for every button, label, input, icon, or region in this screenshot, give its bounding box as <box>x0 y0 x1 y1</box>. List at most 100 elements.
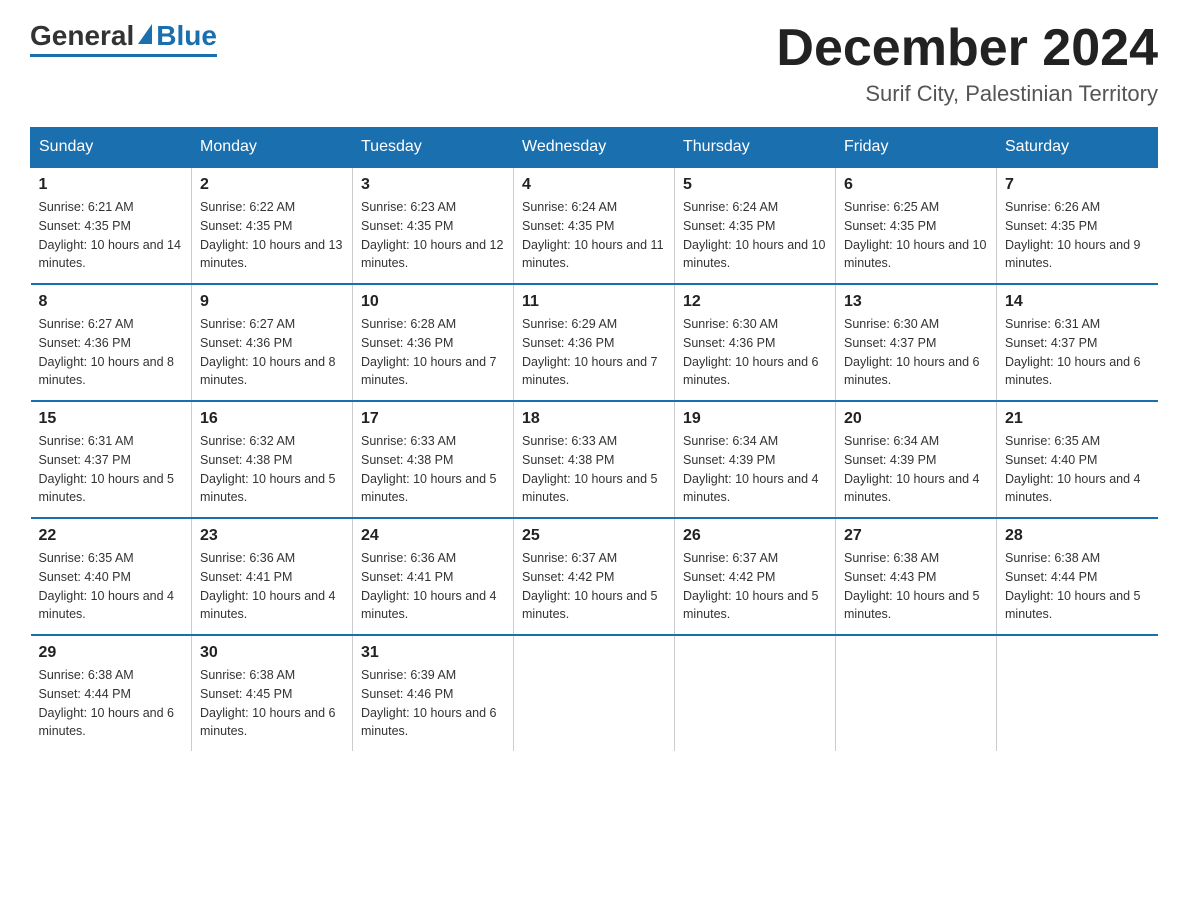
day-number: 14 <box>1005 293 1150 311</box>
page-header: General Blue December 2024 Surif City, P… <box>30 20 1158 107</box>
calendar-cell: 25 Sunrise: 6:37 AMSunset: 4:42 PMDaylig… <box>514 518 675 635</box>
calendar-cell: 29 Sunrise: 6:38 AMSunset: 4:44 PMDaylig… <box>31 635 192 751</box>
day-number: 26 <box>683 527 827 545</box>
calendar-cell: 5 Sunrise: 6:24 AMSunset: 4:35 PMDayligh… <box>675 167 836 284</box>
logo: General Blue <box>30 20 217 57</box>
calendar-cell: 31 Sunrise: 6:39 AMSunset: 4:46 PMDaylig… <box>353 635 514 751</box>
day-number: 24 <box>361 527 505 545</box>
day-info: Sunrise: 6:39 AMSunset: 4:46 PMDaylight:… <box>361 666 505 741</box>
day-info: Sunrise: 6:38 AMSunset: 4:43 PMDaylight:… <box>844 549 988 624</box>
header-day-tuesday: Tuesday <box>353 128 514 168</box>
day-number: 20 <box>844 410 988 428</box>
day-info: Sunrise: 6:27 AMSunset: 4:36 PMDaylight:… <box>39 315 184 390</box>
day-info: Sunrise: 6:24 AMSunset: 4:35 PMDaylight:… <box>522 198 666 273</box>
day-info: Sunrise: 6:35 AMSunset: 4:40 PMDaylight:… <box>39 549 184 624</box>
calendar-header-row: SundayMondayTuesdayWednesdayThursdayFrid… <box>31 128 1158 168</box>
day-info: Sunrise: 6:34 AMSunset: 4:39 PMDaylight:… <box>683 432 827 507</box>
day-info: Sunrise: 6:38 AMSunset: 4:44 PMDaylight:… <box>39 666 184 741</box>
calendar-cell: 24 Sunrise: 6:36 AMSunset: 4:41 PMDaylig… <box>353 518 514 635</box>
day-info: Sunrise: 6:24 AMSunset: 4:35 PMDaylight:… <box>683 198 827 273</box>
calendar-cell: 10 Sunrise: 6:28 AMSunset: 4:36 PMDaylig… <box>353 284 514 401</box>
day-number: 30 <box>200 644 344 662</box>
day-info: Sunrise: 6:37 AMSunset: 4:42 PMDaylight:… <box>522 549 666 624</box>
week-row-5: 29 Sunrise: 6:38 AMSunset: 4:44 PMDaylig… <box>31 635 1158 751</box>
day-info: Sunrise: 6:26 AMSunset: 4:35 PMDaylight:… <box>1005 198 1150 273</box>
day-number: 1 <box>39 176 184 194</box>
day-number: 23 <box>200 527 344 545</box>
calendar-cell: 19 Sunrise: 6:34 AMSunset: 4:39 PMDaylig… <box>675 401 836 518</box>
day-number: 25 <box>522 527 666 545</box>
header-day-wednesday: Wednesday <box>514 128 675 168</box>
day-info: Sunrise: 6:36 AMSunset: 4:41 PMDaylight:… <box>361 549 505 624</box>
title-section: December 2024 Surif City, Palestinian Te… <box>776 20 1158 107</box>
day-info: Sunrise: 6:25 AMSunset: 4:35 PMDaylight:… <box>844 198 988 273</box>
calendar-cell: 8 Sunrise: 6:27 AMSunset: 4:36 PMDayligh… <box>31 284 192 401</box>
day-info: Sunrise: 6:31 AMSunset: 4:37 PMDaylight:… <box>1005 315 1150 390</box>
day-info: Sunrise: 6:30 AMSunset: 4:37 PMDaylight:… <box>844 315 988 390</box>
calendar-cell: 22 Sunrise: 6:35 AMSunset: 4:40 PMDaylig… <box>31 518 192 635</box>
day-number: 15 <box>39 410 184 428</box>
calendar-cell: 13 Sunrise: 6:30 AMSunset: 4:37 PMDaylig… <box>836 284 997 401</box>
day-info: Sunrise: 6:34 AMSunset: 4:39 PMDaylight:… <box>844 432 988 507</box>
week-row-2: 8 Sunrise: 6:27 AMSunset: 4:36 PMDayligh… <box>31 284 1158 401</box>
calendar-cell: 30 Sunrise: 6:38 AMSunset: 4:45 PMDaylig… <box>192 635 353 751</box>
day-number: 8 <box>39 293 184 311</box>
day-info: Sunrise: 6:23 AMSunset: 4:35 PMDaylight:… <box>361 198 505 273</box>
day-number: 6 <box>844 176 988 194</box>
day-info: Sunrise: 6:28 AMSunset: 4:36 PMDaylight:… <box>361 315 505 390</box>
week-row-4: 22 Sunrise: 6:35 AMSunset: 4:40 PMDaylig… <box>31 518 1158 635</box>
day-info: Sunrise: 6:33 AMSunset: 4:38 PMDaylight:… <box>522 432 666 507</box>
day-number: 16 <box>200 410 344 428</box>
day-info: Sunrise: 6:22 AMSunset: 4:35 PMDaylight:… <box>200 198 344 273</box>
calendar-cell <box>997 635 1158 751</box>
header-day-monday: Monday <box>192 128 353 168</box>
calendar-cell: 12 Sunrise: 6:30 AMSunset: 4:36 PMDaylig… <box>675 284 836 401</box>
calendar-cell: 15 Sunrise: 6:31 AMSunset: 4:37 PMDaylig… <box>31 401 192 518</box>
calendar-cell: 18 Sunrise: 6:33 AMSunset: 4:38 PMDaylig… <box>514 401 675 518</box>
day-number: 28 <box>1005 527 1150 545</box>
calendar-cell: 7 Sunrise: 6:26 AMSunset: 4:35 PMDayligh… <box>997 167 1158 284</box>
day-number: 11 <box>522 293 666 311</box>
day-number: 3 <box>361 176 505 194</box>
day-number: 4 <box>522 176 666 194</box>
logo-blue-text: Blue <box>156 20 217 52</box>
week-row-3: 15 Sunrise: 6:31 AMSunset: 4:37 PMDaylig… <box>31 401 1158 518</box>
calendar-cell: 23 Sunrise: 6:36 AMSunset: 4:41 PMDaylig… <box>192 518 353 635</box>
day-info: Sunrise: 6:37 AMSunset: 4:42 PMDaylight:… <box>683 549 827 624</box>
day-info: Sunrise: 6:38 AMSunset: 4:45 PMDaylight:… <box>200 666 344 741</box>
calendar-cell: 16 Sunrise: 6:32 AMSunset: 4:38 PMDaylig… <box>192 401 353 518</box>
logo-underline <box>30 54 217 57</box>
calendar-cell: 14 Sunrise: 6:31 AMSunset: 4:37 PMDaylig… <box>997 284 1158 401</box>
header-day-sunday: Sunday <box>31 128 192 168</box>
calendar-cell <box>836 635 997 751</box>
calendar-cell: 28 Sunrise: 6:38 AMSunset: 4:44 PMDaylig… <box>997 518 1158 635</box>
day-info: Sunrise: 6:35 AMSunset: 4:40 PMDaylight:… <box>1005 432 1150 507</box>
logo-general-text: General <box>30 20 134 52</box>
header-day-thursday: Thursday <box>675 128 836 168</box>
calendar-cell: 3 Sunrise: 6:23 AMSunset: 4:35 PMDayligh… <box>353 167 514 284</box>
calendar-cell: 21 Sunrise: 6:35 AMSunset: 4:40 PMDaylig… <box>997 401 1158 518</box>
day-number: 10 <box>361 293 505 311</box>
week-row-1: 1 Sunrise: 6:21 AMSunset: 4:35 PMDayligh… <box>31 167 1158 284</box>
day-info: Sunrise: 6:36 AMSunset: 4:41 PMDaylight:… <box>200 549 344 624</box>
day-number: 18 <box>522 410 666 428</box>
day-info: Sunrise: 6:21 AMSunset: 4:35 PMDaylight:… <box>39 198 184 273</box>
day-info: Sunrise: 6:29 AMSunset: 4:36 PMDaylight:… <box>522 315 666 390</box>
calendar-cell: 17 Sunrise: 6:33 AMSunset: 4:38 PMDaylig… <box>353 401 514 518</box>
calendar-cell: 1 Sunrise: 6:21 AMSunset: 4:35 PMDayligh… <box>31 167 192 284</box>
day-number: 9 <box>200 293 344 311</box>
month-title: December 2024 <box>776 20 1158 77</box>
location-title: Surif City, Palestinian Territory <box>776 81 1158 107</box>
calendar-cell <box>514 635 675 751</box>
header-day-saturday: Saturday <box>997 128 1158 168</box>
day-number: 7 <box>1005 176 1150 194</box>
day-info: Sunrise: 6:38 AMSunset: 4:44 PMDaylight:… <box>1005 549 1150 624</box>
day-info: Sunrise: 6:27 AMSunset: 4:36 PMDaylight:… <box>200 315 344 390</box>
calendar-table: SundayMondayTuesdayWednesdayThursdayFrid… <box>30 127 1158 751</box>
day-number: 27 <box>844 527 988 545</box>
day-info: Sunrise: 6:30 AMSunset: 4:36 PMDaylight:… <box>683 315 827 390</box>
calendar-cell: 26 Sunrise: 6:37 AMSunset: 4:42 PMDaylig… <box>675 518 836 635</box>
day-info: Sunrise: 6:33 AMSunset: 4:38 PMDaylight:… <box>361 432 505 507</box>
day-info: Sunrise: 6:32 AMSunset: 4:38 PMDaylight:… <box>200 432 344 507</box>
calendar-cell: 2 Sunrise: 6:22 AMSunset: 4:35 PMDayligh… <box>192 167 353 284</box>
